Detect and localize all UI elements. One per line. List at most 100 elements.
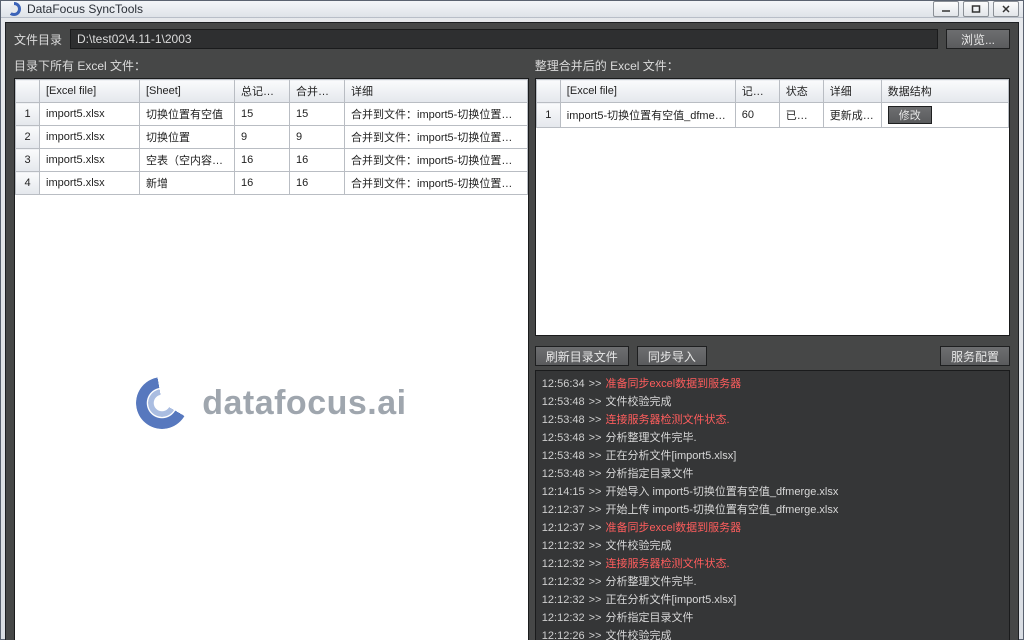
log-arrow-icon: >> [589, 576, 602, 588]
cell-idx: 2 [16, 126, 40, 149]
log-arrow-icon: >> [589, 450, 602, 462]
modify-button[interactable]: 修改 [888, 106, 932, 124]
log-line: 12:56:34>>准备同步excel数据到服务器 [542, 375, 1003, 393]
rcol-file[interactable]: [Excel file] [560, 80, 735, 103]
left-panel: [Excel file] [Sheet] 总记录数 合并记录数 详细 1impo… [14, 78, 529, 640]
path-input[interactable] [70, 29, 938, 49]
table-row[interactable]: 3import5.xlsx空表（空内容）21616合并到文件：import5-切… [16, 149, 528, 172]
config-button[interactable]: 服务配置 [940, 346, 1010, 366]
log-ts: 12:14:15 [542, 486, 585, 498]
left-table-header: [Excel file] [Sheet] 总记录数 合并记录数 详细 [16, 80, 528, 103]
log-msg: 分析整理文件完毕. [605, 576, 696, 588]
cell-total: 15 [235, 103, 290, 126]
browse-button[interactable]: 浏览... [946, 29, 1010, 49]
log-msg: 分析整理文件完毕. [605, 432, 696, 444]
log-arrow-icon: >> [589, 612, 602, 624]
right-toolbar: 刷新目录文件 同步导入 服务配置 [535, 342, 1010, 370]
col-detail[interactable]: 详细 [345, 80, 528, 103]
cell-detail: 合并到文件：import5-切换位置有空值_dfmerge.xlsx [345, 103, 528, 126]
log-arrow-icon: >> [589, 522, 602, 534]
log-ts: 12:53:48 [542, 468, 585, 480]
log-arrow-icon: >> [589, 414, 602, 426]
col-sheet[interactable]: [Sheet] [140, 80, 235, 103]
log-arrow-icon: >> [589, 594, 602, 606]
log-msg: 开始导入 import5-切换位置有空值_dfmerge.xlsx [605, 486, 838, 498]
log-line: 12:12:32>>分析指定目录文件 [542, 609, 1003, 627]
right-panel: [Excel file] 记录数 状态 详细 数据结构 1import5-切换位… [535, 78, 1010, 336]
rcol-state[interactable]: 状态 [779, 80, 823, 103]
right-table-header: [Excel file] 记录数 状态 详细 数据结构 [536, 80, 1008, 103]
cell-merge: 16 [290, 172, 345, 195]
log-line: 12:12:26>>文件校验完成 [542, 627, 1003, 640]
left-table: [Excel file] [Sheet] 总记录数 合并记录数 详细 1impo… [15, 79, 528, 195]
cell-state: 已更新 [779, 103, 823, 128]
log-ts: 12:12:32 [542, 558, 585, 570]
log-line: 12:12:37 >>准备同步excel数据到服务器 [542, 519, 1003, 537]
log-ts: 12:56:34 [542, 378, 585, 390]
col-merge[interactable]: 合并记录数 [290, 80, 345, 103]
log-arrow-icon: >> [589, 630, 602, 640]
cell-sheet: 切换位置 [140, 126, 235, 149]
minimize-button[interactable] [933, 1, 959, 17]
cell-total: 16 [235, 149, 290, 172]
cell-merge: 9 [290, 126, 345, 149]
log-line: 12:53:48 >>正在分析文件[import5.xlsx] [542, 447, 1003, 465]
log-line: 12:53:48>>分析指定目录文件 [542, 465, 1003, 483]
cell-merge: 16 [290, 149, 345, 172]
right-column: 整理合并后的 Excel 文件： [Excel file] 记录数 状态 [535, 55, 1010, 640]
col-idx[interactable] [16, 80, 40, 103]
log-msg: 连接服务器检测文件状态. [605, 558, 729, 570]
log-ts: 12:12:32 [542, 594, 585, 606]
log-msg: 分析指定目录文件 [605, 612, 693, 624]
left-column: 目录下所有 Excel 文件： [Excel file] [She [14, 55, 529, 640]
log-arrow-icon: >> [589, 468, 602, 480]
log-msg: 连接服务器检测文件状态. [605, 414, 729, 426]
table-row[interactable]: 1import5-切换位置有空值_dfmerge.xlsx60已更新更新成功.修… [536, 103, 1008, 128]
sync-button[interactable]: 同步导入 [637, 346, 707, 366]
app-icon [7, 2, 21, 16]
rcol-struct[interactable]: 数据结构 [881, 80, 1008, 103]
refresh-button[interactable]: 刷新目录文件 [535, 346, 629, 366]
log-line: 12:12:32>>分析整理文件完毕. [542, 573, 1003, 591]
maximize-button[interactable] [963, 1, 989, 17]
cell-total: 9 [235, 126, 290, 149]
log-msg: 准备同步excel数据到服务器 [605, 522, 741, 534]
rcol-detail[interactable]: 详细 [823, 80, 881, 103]
log-ts: 12:53:48 [542, 450, 585, 462]
right-bottom: 刷新目录文件 同步导入 服务配置 12:56:34>>准备同步excel数据到服… [535, 342, 1010, 640]
log-ts: 12:12:37 [542, 522, 585, 534]
cell-file: import5.xlsx [40, 103, 140, 126]
log-panel[interactable]: 12:56:34>>准备同步excel数据到服务器12:53:48>>文件校验完… [535, 370, 1010, 640]
col-file[interactable]: [Excel file] [40, 80, 140, 103]
col-total[interactable]: 总记录数 [235, 80, 290, 103]
log-arrow-icon: >> [589, 504, 602, 516]
titlebar[interactable]: DataFocus SyncTools [1, 1, 1023, 18]
cell-total: 16 [235, 172, 290, 195]
close-button[interactable] [993, 1, 1019, 17]
log-msg: 文件校验完成 [605, 630, 671, 640]
log-line: 12:53:48 >>连接服务器检测文件状态. [542, 411, 1003, 429]
log-ts: 12:12:37 [542, 504, 585, 516]
window-title: DataFocus SyncTools [27, 2, 143, 16]
rcol-idx[interactable] [536, 80, 560, 103]
path-row: 文件目录 浏览... [6, 23, 1018, 55]
log-arrow-icon: >> [589, 432, 602, 444]
log-ts: 12:12:32 [542, 540, 585, 552]
left-title: 目录下所有 Excel 文件： [14, 55, 529, 78]
log-arrow-icon: >> [589, 396, 602, 408]
titlebar-left: DataFocus SyncTools [7, 2, 143, 16]
cell-idx: 1 [536, 103, 560, 128]
log-line: 12:14:15 >>开始导入 import5-切换位置有空值_dfmerge.x… [542, 483, 1003, 501]
rcol-count[interactable]: 记录数 [735, 80, 779, 103]
cell-detail: 合并到文件：import5-切换位置有空值_dfmerge.xlsx [345, 126, 528, 149]
table-row[interactable]: 4import5.xlsx新增1616合并到文件：import5-切换位置有空值… [16, 172, 528, 195]
log-arrow-icon: >> [589, 486, 602, 498]
log-ts: 12:53:48 [542, 414, 585, 426]
log-line: 12:12:32>>正在分析文件[import5.xlsx] [542, 591, 1003, 609]
table-row[interactable]: 2import5.xlsx切换位置99合并到文件：import5-切换位置有空值… [16, 126, 528, 149]
log-msg: 开始上传 import5-切换位置有空值_dfmerge.xlsx [605, 504, 838, 516]
log-msg: 文件校验完成 [605, 540, 671, 552]
table-row[interactable]: 1import5.xlsx切换位置有空值1515合并到文件：import5-切换… [16, 103, 528, 126]
log-msg: 正在分析文件[import5.xlsx] [605, 450, 736, 462]
cell-file: import5-切换位置有空值_dfmerge.xlsx [560, 103, 735, 128]
